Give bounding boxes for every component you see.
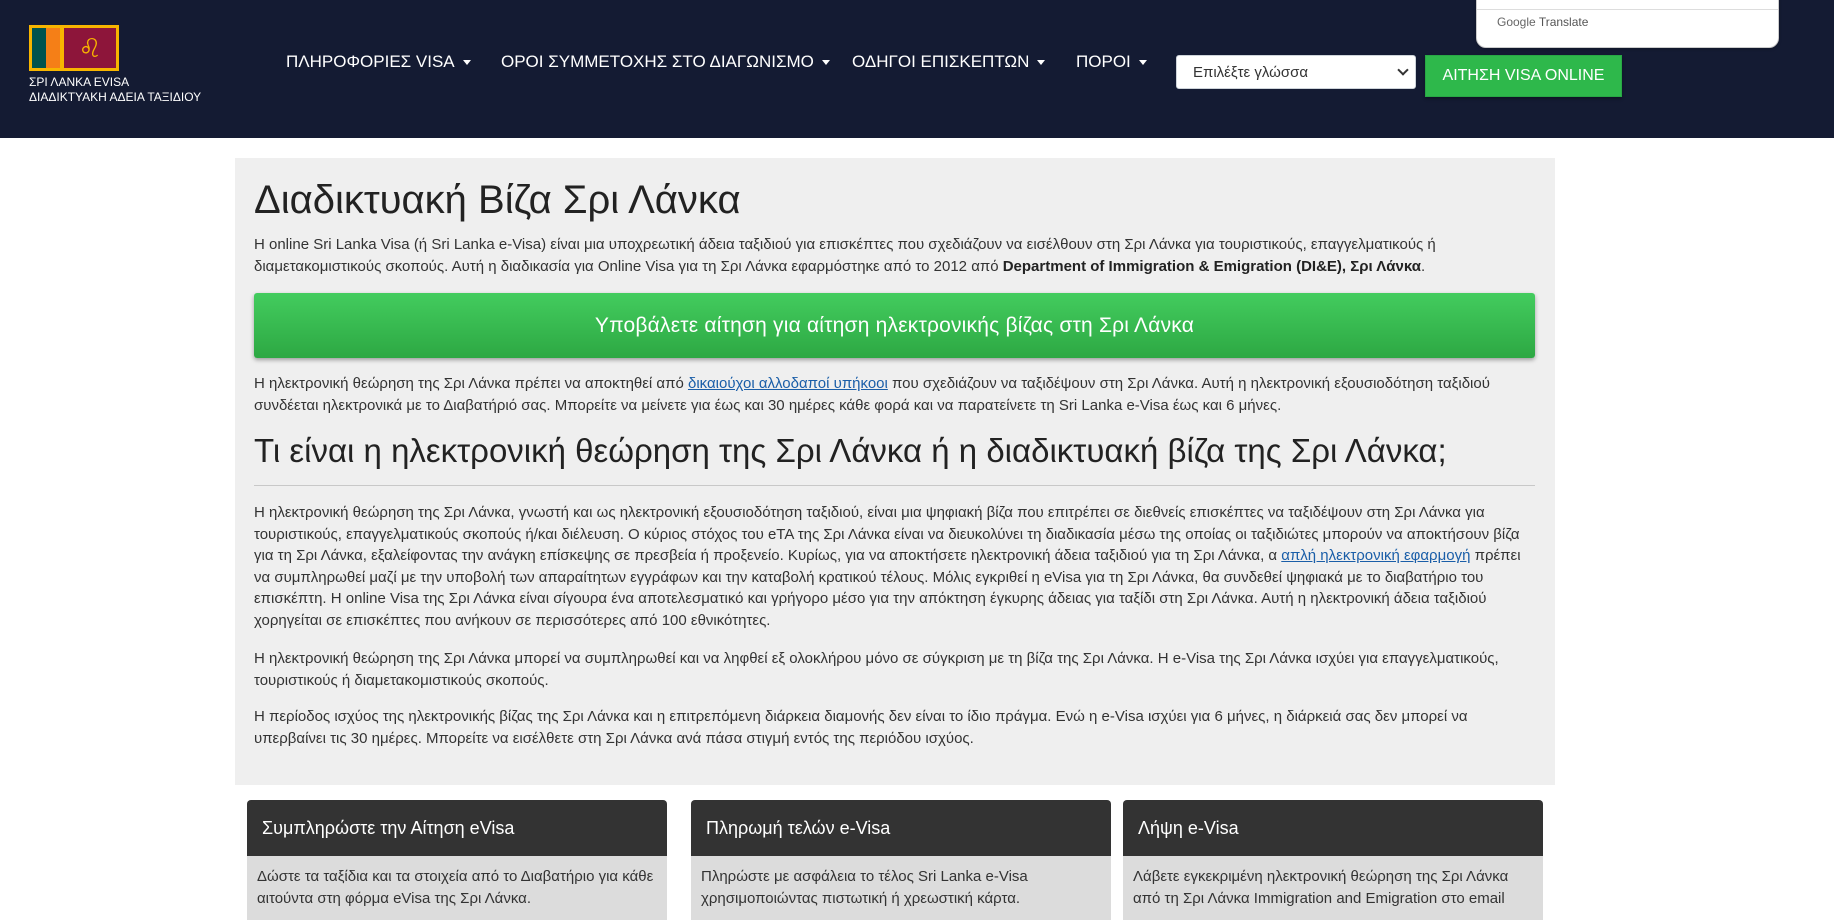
card-title: Πληρωμή τελών e-Visa	[691, 800, 1111, 856]
card-body: Λάβετε εγκεκριμένη ηλεκτρονική θεώρηση τ…	[1123, 856, 1543, 909]
eligible-nationals-link[interactable]: δικαιούχοι αλλοδαποί υπήκοοι	[688, 375, 888, 392]
step-card-receive: Λήψη e-Visa Λάβετε εγκεκριμένη ηλεκτρονι…	[1123, 800, 1543, 920]
google-logo: Google	[1497, 15, 1536, 29]
site-header: ♌ ΣΡΙ ΛΑΝΚΑ EVISA ΔΙΑΔΙΚΤΥΑΚΗ ΑΔΕΙΑ ΤΑΞΙ…	[0, 0, 1834, 138]
chevron-down-icon	[1397, 64, 1409, 76]
nav-visitor-guides[interactable]: ΟΔΗΓΟΙ ΕΠΙΣΚΕΠΤΩΝ	[852, 52, 1046, 72]
caret-down-icon	[462, 59, 471, 65]
section-heading: Τι είναι η ηλεκτρονική θεώρηση της Σρι Λ…	[254, 432, 1447, 469]
apply-evisa-button[interactable]: Υποβάλετε αίτηση για αίτηση ηλεκτρονικής…	[254, 293, 1535, 358]
language-select[interactable]: Επιλέξτε γλώσσα	[1176, 55, 1416, 89]
caret-down-icon	[1138, 59, 1147, 65]
card-body: Πληρώστε με ασφάλεια το τέλος Sri Lanka …	[691, 856, 1111, 909]
eligibility-paragraph: Η ηλεκτρονική θεώρηση της Σρι Λάνκα πρέπ…	[254, 375, 1490, 414]
apply-visa-online-button[interactable]: ΑΙΤΗΣΗ VISA ONLINE	[1425, 55, 1622, 97]
intro-paragraph: Η online Sri Lanka Visa (ή Sri Lanka e-V…	[254, 236, 1436, 275]
main-content: Διαδικτυακή Βίζα Σρι Λάνκα Η online Sri …	[235, 158, 1555, 785]
google-translate-widget[interactable]: Google Translate	[1476, 0, 1779, 48]
logo-text-line1: ΣΡΙ ΛΑΝΚΑ EVISA	[29, 75, 130, 89]
caret-down-icon	[821, 59, 830, 65]
validity-paragraph: Η περίοδος ισχύος της ηλεκτρονικής βίζας…	[254, 708, 1468, 747]
logo-text-line2: ΔΙΑΔΙΚΤΥΑΚΗ ΑΔΕΙΑ ΤΑΞΙΔΙΟΥ	[29, 90, 202, 104]
online-application-link[interactable]: απλή ηλεκτρονική εφαρμογή	[1281, 547, 1470, 564]
what-is-paragraph: Η ηλεκτρονική θεώρηση της Σρι Λάνκα, γνω…	[254, 504, 1521, 629]
divider	[254, 485, 1535, 486]
nav-visa-info[interactable]: ΠΛΗΡΟΦΟΡΙΕΣ VISA	[286, 52, 471, 72]
completion-paragraph: Η ηλεκτρονική θεώρηση της Σρι Λάνκα μπορ…	[254, 650, 1499, 689]
page-title: Διαδικτυακή Βίζα Σρι Λάνκα	[254, 178, 741, 222]
nav-resources[interactable]: ΠΟΡΟΙ	[1076, 52, 1147, 72]
caret-down-icon	[1037, 59, 1046, 65]
step-card-pay: Πληρωμή τελών e-Visa Πληρώστε με ασφάλει…	[691, 800, 1111, 920]
card-title: Συμπληρώστε την Αίτηση eVisa	[247, 800, 667, 856]
card-body: Δώστε τα ταξίδια και τα στοιχεία από το …	[247, 856, 667, 909]
site-logo[interactable]: ♌ ΣΡΙ ΛΑΝΚΑ EVISA ΔΙΑΔΙΚΤΥΑΚΗ ΑΔΕΙΑ ΤΑΞΙ…	[29, 25, 202, 105]
nav-eligibility[interactable]: ΟΡΟΙ ΣΥΜΜΕΤΟΧΗΣ ΣΤΟ ΔΙΑΓΩΝΙΣΜΟ	[501, 52, 830, 72]
step-card-apply: Συμπληρώστε την Αίτηση eVisa Δώστε τα τα…	[247, 800, 667, 920]
sri-lanka-flag-icon: ♌	[29, 25, 119, 71]
card-title: Λήψη e-Visa	[1123, 800, 1543, 856]
